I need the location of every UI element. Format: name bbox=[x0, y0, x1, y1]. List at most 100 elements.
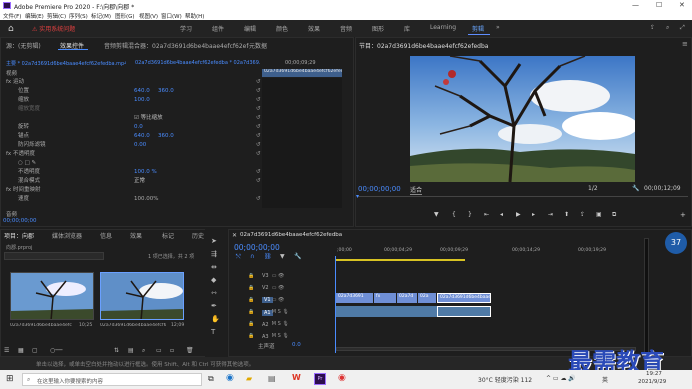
export-frame-icon[interactable]: ▣ bbox=[596, 211, 602, 218]
tray-icons[interactable]: ^ ▭ ☁ 🔊 bbox=[546, 375, 576, 382]
extract-icon[interactable]: ⇪ bbox=[580, 211, 585, 218]
slip-tool-icon[interactable]: ⇿ bbox=[211, 289, 217, 297]
tab-color[interactable]: 颜色 bbox=[276, 24, 288, 33]
share-icon[interactable]: ⇪ bbox=[650, 24, 655, 31]
list-view-icon[interactable]: ☰ bbox=[4, 347, 9, 354]
type-tool-icon[interactable]: T bbox=[211, 328, 215, 336]
step-back-icon[interactable]: ◂ bbox=[500, 211, 503, 218]
add-button-icon[interactable]: + bbox=[680, 211, 686, 219]
ec-footer-timecode[interactable]: 00;00;00;00 bbox=[3, 218, 37, 224]
clip-source-label[interactable]: 主要 * 02a7d3691d6be4baae4efcf62efedba.mp4 bbox=[6, 60, 126, 67]
taskbar-search-box[interactable]: ⌕ 在这里输入你要搜索的内容 bbox=[22, 373, 202, 386]
mask-tools[interactable]: ○ □ ✎ bbox=[6, 159, 256, 167]
hand-tool-icon[interactable]: ✋ bbox=[211, 315, 220, 323]
chrome-icon[interactable]: ◉ bbox=[338, 373, 346, 383]
timeline-timecode[interactable]: 00;00;00;00 bbox=[234, 243, 280, 252]
tab-effects-panel[interactable]: 效果 bbox=[130, 231, 142, 240]
mark-in-icon[interactable]: { bbox=[452, 211, 456, 218]
param-row-rotation[interactable]: 旋转 0.0 ↺ bbox=[6, 123, 261, 131]
playhead-icon[interactable]: ▾ bbox=[356, 193, 359, 200]
menu-sequence[interactable]: 序列(S) bbox=[69, 12, 88, 20]
tab-history[interactable]: 历史 bbox=[192, 231, 204, 240]
go-to-out-icon[interactable]: ⇥ bbox=[548, 211, 553, 218]
tab-graphics[interactable]: 图形 bbox=[372, 24, 384, 33]
param-row-antiflicker[interactable]: 防闪烁滤镜 0.00 ↺ bbox=[6, 141, 261, 149]
tab-info[interactable]: 信息 bbox=[100, 231, 112, 240]
play-icon[interactable]: ▶ bbox=[516, 211, 521, 218]
video-clip-1[interactable]: 02a7d3691 bbox=[336, 293, 373, 303]
param-row-opacity-group[interactable]: fx 不透明度 ↺ bbox=[6, 150, 261, 158]
param-row-speed[interactable]: 速度 100.00% ↺ bbox=[6, 195, 261, 203]
tab-effects[interactable]: 效果 bbox=[308, 24, 320, 33]
menu-help[interactable]: 帮助(H) bbox=[185, 12, 204, 20]
step-forward-icon[interactable]: ▸ bbox=[532, 211, 535, 218]
tab-editing[interactable]: 编辑 bbox=[244, 24, 256, 33]
snap-icon[interactable]: ∩ bbox=[250, 253, 254, 260]
project-item-name-1[interactable]: 02a7d3691d6be4baae4efcf62e... bbox=[10, 323, 72, 328]
param-row-scale[interactable]: 缩放 100.0 ↺ bbox=[6, 96, 261, 104]
tab-learn[interactable]: 学习 bbox=[180, 24, 192, 33]
store-icon[interactable]: ▤ bbox=[268, 374, 276, 383]
video-clip-2[interactable]: fx bbox=[374, 293, 396, 303]
tab-project[interactable]: 项目：向郡 bbox=[4, 231, 34, 240]
find-icon[interactable]: ⌕ bbox=[142, 347, 145, 355]
close-button[interactable]: ✕ bbox=[679, 1, 685, 9]
video-clip-3[interactable]: 02a7d bbox=[397, 293, 417, 303]
automate-icon[interactable]: ▤ bbox=[128, 347, 134, 354]
more-icon[interactable]: » bbox=[496, 24, 500, 31]
add-marker-icon[interactable]: ▼ bbox=[434, 211, 439, 218]
wps-icon[interactable]: W bbox=[292, 373, 301, 382]
project-thumbnail-2[interactable] bbox=[100, 272, 184, 320]
weather-widget[interactable]: 30°C 轻度污染 112 bbox=[478, 375, 532, 384]
wrench-icon[interactable]: 🔧 bbox=[632, 185, 639, 192]
taskbar-clock-time[interactable]: 19:27 bbox=[646, 371, 662, 377]
settings-wrench-icon[interactable]: 🔧 bbox=[294, 253, 301, 260]
timeline-playhead[interactable] bbox=[335, 256, 336, 353]
program-timecode[interactable]: 00;00;00;00 bbox=[358, 185, 401, 193]
ripple-edit-icon[interactable]: ⇹ bbox=[211, 263, 217, 271]
menu-edit[interactable]: 编辑(E) bbox=[25, 12, 44, 20]
windows-start-icon[interactable]: ⊞ bbox=[6, 374, 14, 384]
system-warning[interactable]: ⚠ 实用系统问题 bbox=[32, 24, 75, 33]
program-monitor-title[interactable]: 节目：02a7d3691d6be4baae4efcf62efedba bbox=[359, 41, 488, 50]
menu-file[interactable]: 文件(F) bbox=[3, 12, 21, 20]
lift-icon[interactable]: ⬆ bbox=[564, 211, 569, 218]
video-clip-4[interactable]: 02a bbox=[418, 293, 436, 303]
tab-audio[interactable]: 音频 bbox=[340, 24, 352, 33]
go-to-in-icon[interactable]: ⇤ bbox=[484, 211, 489, 218]
track-header-toggles[interactable]: 🔒 ▭ 👁 🔒 ▭ 👁 🔒 ▭ 👁 🔒 M S 🎙 🔒 M S 🎙 🔒 M S … bbox=[248, 270, 328, 345]
tab-clip-active[interactable]: 剪辑 bbox=[472, 24, 484, 33]
linked-selection-icon[interactable]: ⛓ bbox=[264, 253, 272, 260]
maximize-button[interactable]: ☐ bbox=[656, 1, 662, 9]
tab-libraries[interactable]: 库 bbox=[404, 24, 410, 33]
project-search-input[interactable] bbox=[4, 252, 104, 260]
add-marker-tl-icon[interactable]: ▼ bbox=[280, 253, 285, 260]
tab-media-browser[interactable]: 媒体浏览器 bbox=[52, 231, 82, 240]
menu-graphics[interactable]: 图形(G) bbox=[115, 12, 135, 20]
zoom-slider[interactable]: ○── bbox=[50, 347, 62, 354]
param-row-motion[interactable]: fx 运动 ↺ bbox=[6, 78, 261, 86]
trash-icon[interactable]: 🗑 bbox=[186, 347, 194, 354]
nest-icon[interactable]: ⤲ bbox=[236, 253, 241, 261]
resolution-dropdown[interactable]: 1/2 bbox=[588, 185, 598, 192]
freeform-view-icon[interactable]: ▢ bbox=[32, 347, 38, 354]
ec-clip-bar[interactable]: 02a7d3691d6be4baae4efcf62efedba bbox=[262, 69, 342, 77]
tab-assembly[interactable]: 组件 bbox=[212, 24, 224, 33]
program-scrub-bar[interactable] bbox=[358, 196, 688, 197]
master-volume-value[interactable]: 0.0 bbox=[292, 342, 301, 348]
fullscreen-icon[interactable]: ⤢ bbox=[680, 24, 685, 32]
timeline-sequence-tab[interactable]: 02a7d3691d6be4baae4efcf62efedba bbox=[240, 232, 342, 238]
tab-metadata[interactable]: 元数据 bbox=[249, 41, 267, 50]
minimize-button[interactable]: — bbox=[632, 1, 639, 9]
param-row-position[interactable]: 位置 640.0 360.0 ↺ bbox=[6, 87, 261, 95]
param-row-blend-mode[interactable]: 混合模式 正常 ↺ bbox=[6, 177, 261, 185]
home-icon[interactable]: ⌂ bbox=[8, 24, 14, 34]
compare-icon[interactable]: ⧉ bbox=[612, 211, 616, 219]
mark-out-icon[interactable]: } bbox=[468, 211, 472, 218]
icon-view-icon[interactable]: ▦ bbox=[18, 347, 24, 354]
razor-tool-icon[interactable]: ◆ bbox=[211, 276, 216, 284]
program-video-frame[interactable] bbox=[410, 56, 635, 182]
menu-view[interactable]: 视图(V) bbox=[139, 12, 158, 20]
taskbar-clock-date[interactable]: 2021/9/29 bbox=[638, 379, 666, 385]
selection-tool-icon[interactable]: ➤ bbox=[211, 237, 217, 245]
